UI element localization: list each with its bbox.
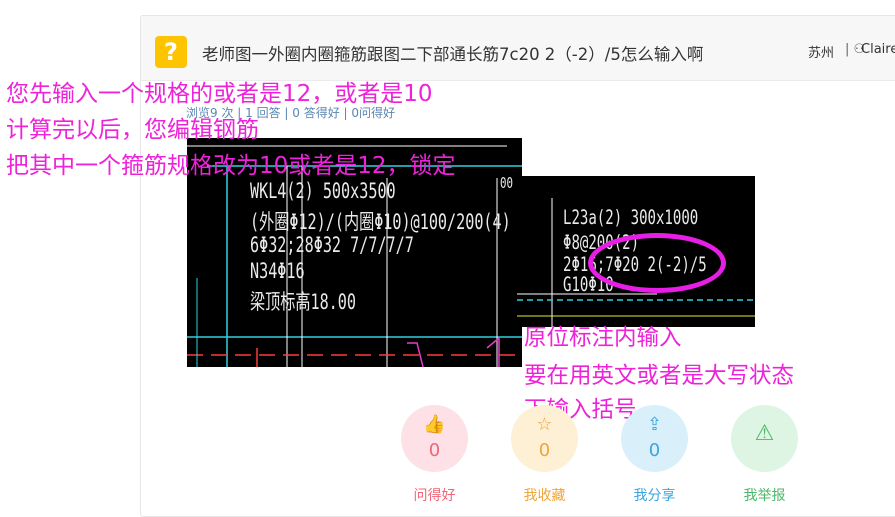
favorite-button[interactable]: ☆ 0 我收藏 (511, 405, 578, 504)
annotation-text: 要在用英文或者是大写状态 (524, 363, 795, 389)
cad-text-line: WKL4(2) 500x3500 (250, 179, 396, 203)
action-label: 问得好 (413, 488, 456, 504)
cad-text-line: N34Φ16 (250, 259, 305, 283)
share-icon: ⇪ (646, 414, 663, 435)
thumbs-up-icon: 👍 (423, 414, 446, 435)
share-button[interactable]: ⇪ 0 我分享 (621, 405, 688, 504)
annotation-text: 您先输入一个规格的或者是12，或者是10 (6, 81, 433, 107)
annotation-text: 原位标注内输入 (524, 325, 682, 351)
cad-text-line: L23a(2) 300x1000 (563, 206, 699, 229)
action-count: 0 (538, 440, 551, 461)
cad-text-line: 梁顶标高18.00 (250, 290, 356, 314)
action-count: 0 (648, 440, 661, 461)
star-icon: ☆ (536, 414, 553, 435)
action-label: 我分享 (633, 488, 676, 504)
action-label: 我收藏 (523, 488, 566, 504)
annotation-text: 把其中一个箍筋规格改为10或者是12，锁定 (6, 153, 456, 179)
question-icon: ? (155, 36, 187, 68)
cad-text-line: (外圈Φ12)/(内圈Φ10)@100/200(4) (250, 210, 511, 234)
user-divider: | (845, 42, 850, 57)
cad-corner-text: 00 (500, 174, 514, 192)
warning-icon: ⚠ (754, 421, 775, 446)
cad-text-line: 6Φ32;28Φ32 7/7/7/7 (250, 233, 414, 257)
user-name[interactable]: Claire (861, 42, 895, 57)
question-title[interactable]: 老师图一外圈内圈箍筋跟图二下部通长筋7c20 2（-2）/5怎么输入啊 (202, 41, 703, 65)
highlight-ellipse (588, 233, 726, 293)
annotation-text: 计算完以后，您编辑钢筋 (6, 117, 259, 143)
action-label: 我举报 (743, 488, 786, 504)
user-city: 苏州 (808, 46, 835, 61)
good-question-button[interactable]: 👍 0 问得好 (401, 405, 468, 504)
report-button[interactable]: ⚠ 我举报 (731, 405, 798, 504)
action-count: 0 (428, 440, 441, 461)
